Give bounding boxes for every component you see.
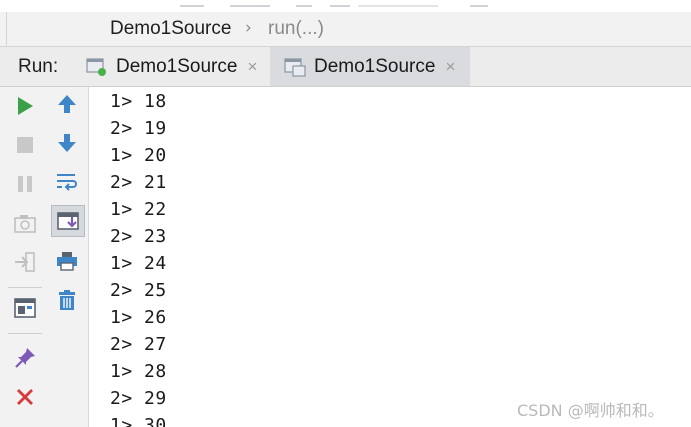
- run-toolbar-secondary: [48, 87, 89, 427]
- console-line: 1> 22: [110, 199, 167, 220]
- trash-icon[interactable]: [54, 287, 80, 313]
- console-line: 1> 18: [110, 91, 167, 112]
- tab-close-icon[interactable]: ×: [247, 57, 257, 77]
- toolbar-divider: [8, 333, 42, 334]
- breadcrumb: Demo1Source › run(...): [0, 12, 691, 47]
- gutter-divider: [6, 12, 7, 46]
- run-toolbar-primary: [0, 87, 49, 427]
- layout-icon[interactable]: [12, 295, 38, 321]
- console-line: 2> 19: [110, 118, 167, 139]
- run-tab-1[interactable]: Demo1Source ×: [72, 47, 268, 86]
- console-output[interactable]: 1> 18 2> 19 1> 20 2> 21 1> 22 2> 23 1> 2…: [89, 87, 691, 427]
- run-tab-label: Demo1Source: [116, 55, 238, 77]
- console-line: 1> 24: [110, 253, 167, 274]
- run-config-icon: [86, 57, 108, 77]
- soft-wrap-icon[interactable]: [54, 169, 80, 195]
- pause-icon[interactable]: [12, 171, 38, 197]
- console-line: 2> 21: [110, 172, 167, 193]
- pin-icon[interactable]: [12, 345, 38, 371]
- run-config-icon: [284, 57, 306, 77]
- console-line: 2> 29: [110, 388, 167, 409]
- run-tool-window-header: Run: Demo1Source × Demo1Source ×: [0, 47, 691, 87]
- exit-icon[interactable]: [12, 249, 38, 275]
- arrow-up-icon[interactable]: [54, 91, 80, 117]
- breadcrumb-method[interactable]: run(...): [268, 18, 324, 40]
- camera-icon[interactable]: [12, 210, 38, 236]
- scroll-to-end-icon[interactable]: [51, 205, 85, 237]
- console-line: 2> 23: [110, 226, 167, 247]
- toolbar-divider: [8, 287, 42, 288]
- breadcrumb-class[interactable]: Demo1Source: [110, 18, 231, 40]
- run-icon[interactable]: [12, 93, 38, 119]
- console-line: 1> 28: [110, 361, 167, 382]
- console-line: 1> 20: [110, 145, 167, 166]
- run-tab-label: Demo1Source: [314, 55, 436, 77]
- print-icon[interactable]: [54, 248, 80, 274]
- arrow-down-icon[interactable]: [54, 130, 80, 156]
- breadcrumb-separator: ›: [245, 18, 252, 38]
- stop-icon[interactable]: [12, 132, 38, 158]
- run-tab-2[interactable]: Demo1Source ×: [270, 47, 470, 86]
- editor-remnant: [0, 0, 691, 12]
- console-line: 2> 27: [110, 334, 167, 355]
- tab-close-icon[interactable]: ×: [445, 57, 455, 77]
- console-line: 2> 25: [110, 280, 167, 301]
- console-line: 1> 26: [110, 307, 167, 328]
- console-line: 1> 30: [110, 415, 167, 427]
- run-label: Run:: [18, 56, 59, 77]
- close-icon[interactable]: [12, 384, 38, 410]
- watermark: CSDN @啊帅和和。: [517, 401, 664, 420]
